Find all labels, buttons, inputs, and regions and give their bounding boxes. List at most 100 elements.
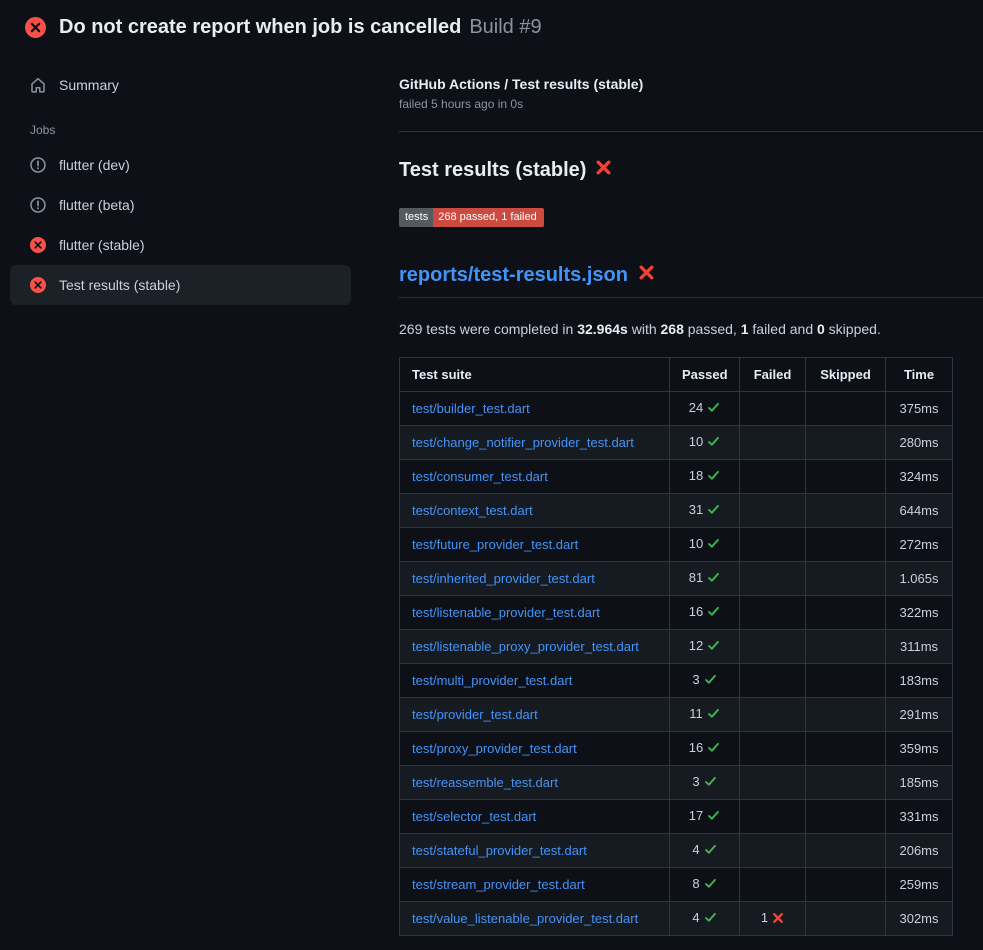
passed-cell: 4 (670, 902, 740, 936)
skipped-cell (806, 494, 886, 528)
time-cell: 291ms (886, 698, 953, 732)
table-row: test/stream_provider_test.dart 8 259ms (400, 868, 953, 902)
suite-cell: test/stateful_provider_test.dart (400, 834, 670, 868)
suite-cell: test/inherited_provider_test.dart (400, 562, 670, 596)
tests-badge-value: 268 passed, 1 failed (433, 208, 543, 227)
suite-cell: test/listenable_provider_test.dart (400, 596, 670, 630)
skipped-cell (806, 460, 886, 494)
suite-link[interactable]: test/reassemble_test.dart (412, 775, 558, 790)
table-header-row: Test suite Passed Failed Skipped Time (400, 358, 953, 392)
suite-link[interactable]: test/builder_test.dart (412, 401, 530, 416)
passed-cell: 24 (670, 392, 740, 426)
table-row: test/future_provider_test.dart 10 272ms (400, 528, 953, 562)
sidebar-job-label: flutter (stable) (59, 237, 145, 253)
suite-cell: test/multi_provider_test.dart (400, 664, 670, 698)
failed-cell (740, 426, 806, 460)
sidebar-job-label: Test results (stable) (59, 277, 180, 293)
check-icon (707, 708, 720, 723)
home-icon (30, 77, 46, 93)
failed-cell (740, 392, 806, 426)
table-row: test/multi_provider_test.dart 3 183ms (400, 664, 953, 698)
table-row: test/inherited_provider_test.dart 81 1.0… (400, 562, 953, 596)
skipped-cell (806, 698, 886, 732)
sidebar-job-item[interactable]: flutter (beta) (10, 185, 351, 225)
suite-link[interactable]: test/stateful_provider_test.dart (412, 843, 587, 858)
check-icon (707, 504, 720, 519)
skipped-cell (806, 800, 886, 834)
col-header-failed: Failed (740, 358, 806, 392)
time-cell: 375ms (886, 392, 953, 426)
passed-cell: 10 (670, 528, 740, 562)
check-run-title: Test results (stable) (399, 159, 983, 182)
check-icon (704, 912, 717, 927)
x-circle-icon (30, 277, 46, 293)
suite-link[interactable]: test/selector_test.dart (412, 809, 536, 824)
build-number: Build #9 (469, 16, 541, 38)
jobs-section-label: Jobs (30, 123, 351, 137)
x-circle-icon (30, 237, 46, 253)
skipped-cell (806, 562, 886, 596)
suite-link[interactable]: test/stream_provider_test.dart (412, 877, 585, 892)
time-cell: 272ms (886, 528, 953, 562)
skipped-cell (806, 630, 886, 664)
check-icon (707, 436, 720, 451)
col-header-time: Time (886, 358, 953, 392)
sidebar: Summary Jobs flutter (dev) flutter (beta… (0, 53, 375, 305)
check-icon (704, 674, 717, 689)
check-icon (707, 572, 720, 587)
time-cell: 311ms (886, 630, 953, 664)
test-table-body: test/builder_test.dart 24 375ms test/cha… (400, 392, 953, 936)
check-icon (704, 776, 717, 791)
suite-link[interactable]: test/provider_test.dart (412, 707, 538, 722)
table-row: test/listenable_provider_test.dart 16 32… (400, 596, 953, 630)
time-cell: 359ms (886, 732, 953, 766)
sidebar-job-item[interactable]: flutter (stable) (10, 225, 351, 265)
failed-cell (740, 800, 806, 834)
check-icon (707, 606, 720, 621)
suite-link[interactable]: test/inherited_provider_test.dart (412, 571, 595, 586)
passed-cell: 3 (670, 766, 740, 800)
suite-cell: test/future_provider_test.dart (400, 528, 670, 562)
table-row: test/selector_test.dart 17 331ms (400, 800, 953, 834)
skipped-cell (806, 902, 886, 936)
suite-link[interactable]: test/consumer_test.dart (412, 469, 548, 484)
failed-cell (740, 732, 806, 766)
passed-cell: 10 (670, 426, 740, 460)
failed-count: 1 (741, 321, 749, 337)
time-cell: 280ms (886, 426, 953, 460)
report-link[interactable]: reports/test-results.json (399, 264, 628, 287)
sidebar-jobs: flutter (dev) flutter (beta) flutter (st… (10, 145, 351, 305)
report-heading: reports/test-results.json (399, 264, 983, 298)
check-icon (707, 742, 720, 757)
cross-mark-icon (638, 264, 655, 287)
passed-cell: 31 (670, 494, 740, 528)
suite-link[interactable]: test/listenable_provider_test.dart (412, 605, 600, 620)
suite-link[interactable]: test/multi_provider_test.dart (412, 673, 572, 688)
sidebar-job-item[interactable]: Test results (stable) (10, 265, 351, 305)
skipped-cell (806, 732, 886, 766)
run-status-line: failed 5 hours ago in 0s (399, 97, 983, 111)
table-row: test/change_notifier_provider_test.dart … (400, 426, 953, 460)
sidebar-item-summary[interactable]: Summary (10, 65, 351, 105)
skipped-cell (806, 596, 886, 630)
suite-link[interactable]: test/listenable_proxy_provider_test.dart (412, 639, 639, 654)
passed-count: 268 (661, 321, 684, 337)
suite-link[interactable]: test/context_test.dart (412, 503, 533, 518)
suite-link[interactable]: test/future_provider_test.dart (412, 537, 578, 552)
failed-cell (740, 766, 806, 800)
suite-cell: test/listenable_proxy_provider_test.dart (400, 630, 670, 664)
skipped-cell (806, 528, 886, 562)
failed-cell (740, 494, 806, 528)
suite-link[interactable]: test/proxy_provider_test.dart (412, 741, 577, 756)
table-row: test/consumer_test.dart 18 324ms (400, 460, 953, 494)
breadcrumb: GitHub Actions / Test results (stable) (399, 76, 983, 92)
main-content: GitHub Actions / Test results (stable) f… (375, 53, 983, 936)
suite-link[interactable]: test/change_notifier_provider_test.dart (412, 435, 634, 450)
passed-cell: 81 (670, 562, 740, 596)
check-icon (707, 470, 720, 485)
suite-link[interactable]: test/value_listenable_provider_test.dart (412, 911, 638, 926)
tests-summary-line: 269 tests were completed in 32.964s with… (399, 321, 983, 337)
suite-cell: test/stream_provider_test.dart (400, 868, 670, 902)
sidebar-job-item[interactable]: flutter (dev) (10, 145, 351, 185)
skipped-cell (806, 766, 886, 800)
